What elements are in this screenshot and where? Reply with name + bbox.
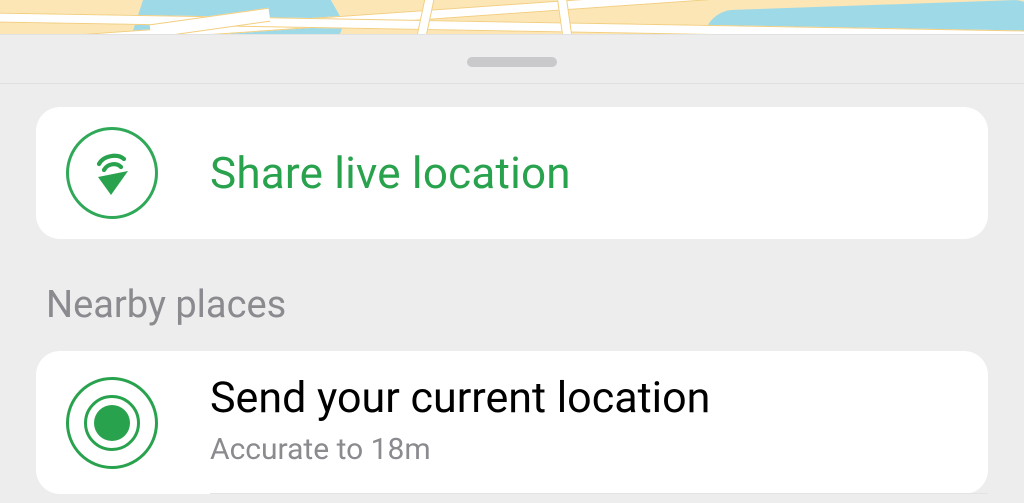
nearby-places-card: Send your current location Accurate to 1… — [36, 351, 988, 494]
location-share-sheet: Share live location Nearby places Send y… — [0, 34, 1024, 503]
list-divider — [210, 493, 988, 494]
send-current-location-title: Send your current location — [210, 373, 710, 424]
live-location-icon — [66, 127, 158, 219]
sheet-grabber[interactable] — [467, 57, 557, 67]
share-live-location-button[interactable]: Share live location — [36, 107, 988, 239]
share-live-location-label: Share live location — [210, 147, 571, 199]
nearby-places-heading: Nearby places — [46, 283, 988, 327]
sheet-top-divider — [0, 83, 1024, 84]
share-live-location-card: Share live location — [36, 107, 988, 239]
send-current-location-accuracy: Accurate to 18m — [210, 432, 710, 467]
current-location-icon — [66, 377, 158, 469]
map-preview[interactable] — [0, 0, 1024, 34]
send-current-location-button[interactable]: Send your current location Accurate to 1… — [36, 351, 988, 485]
